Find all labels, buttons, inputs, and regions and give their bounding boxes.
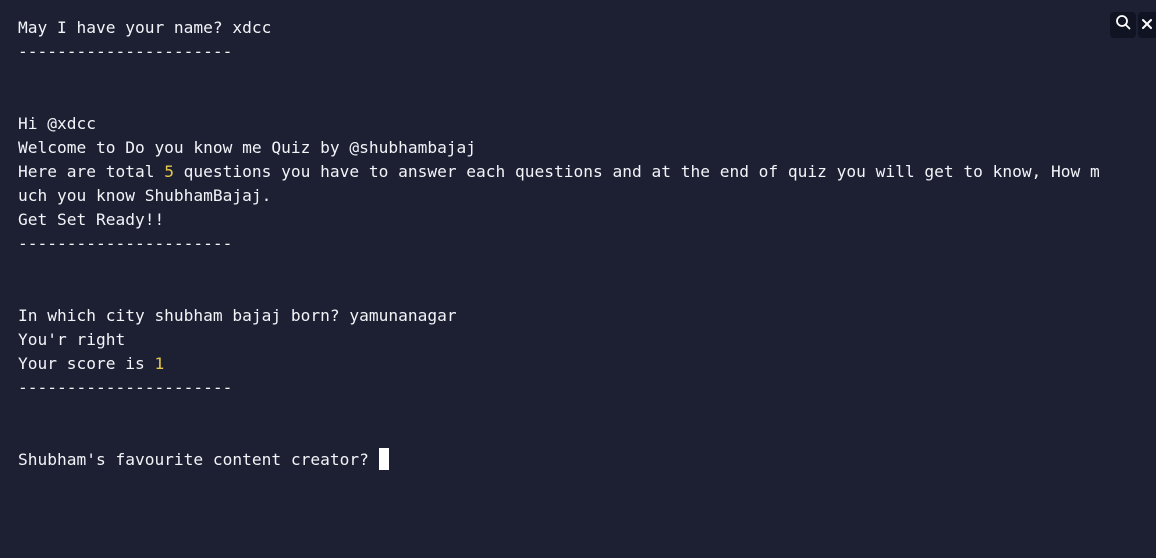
close-button[interactable] <box>1138 12 1156 38</box>
score-label: Your score is <box>18 354 155 373</box>
question-count: 5 <box>164 162 174 181</box>
intro-line: Here are total 5 questions you have to a… <box>18 160 1156 184</box>
intro-line-wrap: uch you know ShubhamBajaj. <box>18 186 272 205</box>
close-icon <box>1141 13 1153 37</box>
intro-text-before: Here are total <box>18 162 165 181</box>
separator: ---------------------- <box>18 234 233 253</box>
search-icon <box>1115 13 1131 37</box>
intro-text-after: questions you have to answer each questi… <box>173 162 1100 181</box>
terminal-toolbar <box>1110 12 1156 38</box>
welcome-line: Welcome to Do you know me Quiz by @shubh… <box>18 138 477 157</box>
question-1-prompt: In which city shubham bajaj born? <box>18 306 350 325</box>
question-2-line[interactable]: Shubham's favourite content creator? <box>18 448 1156 472</box>
separator: ---------------------- <box>18 378 233 397</box>
terminal-output[interactable]: May I have your name? xdcc -------------… <box>0 0 1156 558</box>
separator: ---------------------- <box>18 42 233 61</box>
question-2-prompt: Shubham's favourite content creator? <box>18 450 369 469</box>
greeting: Hi @xdcc <box>18 114 96 133</box>
text-cursor[interactable] <box>378 448 389 470</box>
name-answer: xdcc <box>232 18 272 37</box>
name-prompt-line: May I have your name? xdcc <box>18 16 1156 40</box>
question-1-answer: yamunanagar <box>349 306 457 325</box>
name-prompt: May I have your name? <box>18 18 233 37</box>
get-ready-line: Get Set Ready!! <box>18 210 165 229</box>
question-1-line: In which city shubham bajaj born? yamuna… <box>18 304 1156 328</box>
score-value: 1 <box>154 354 165 373</box>
question-1-result: You'r right <box>18 330 126 349</box>
search-button[interactable] <box>1110 12 1136 38</box>
score-line: Your score is 1 <box>18 352 1156 376</box>
